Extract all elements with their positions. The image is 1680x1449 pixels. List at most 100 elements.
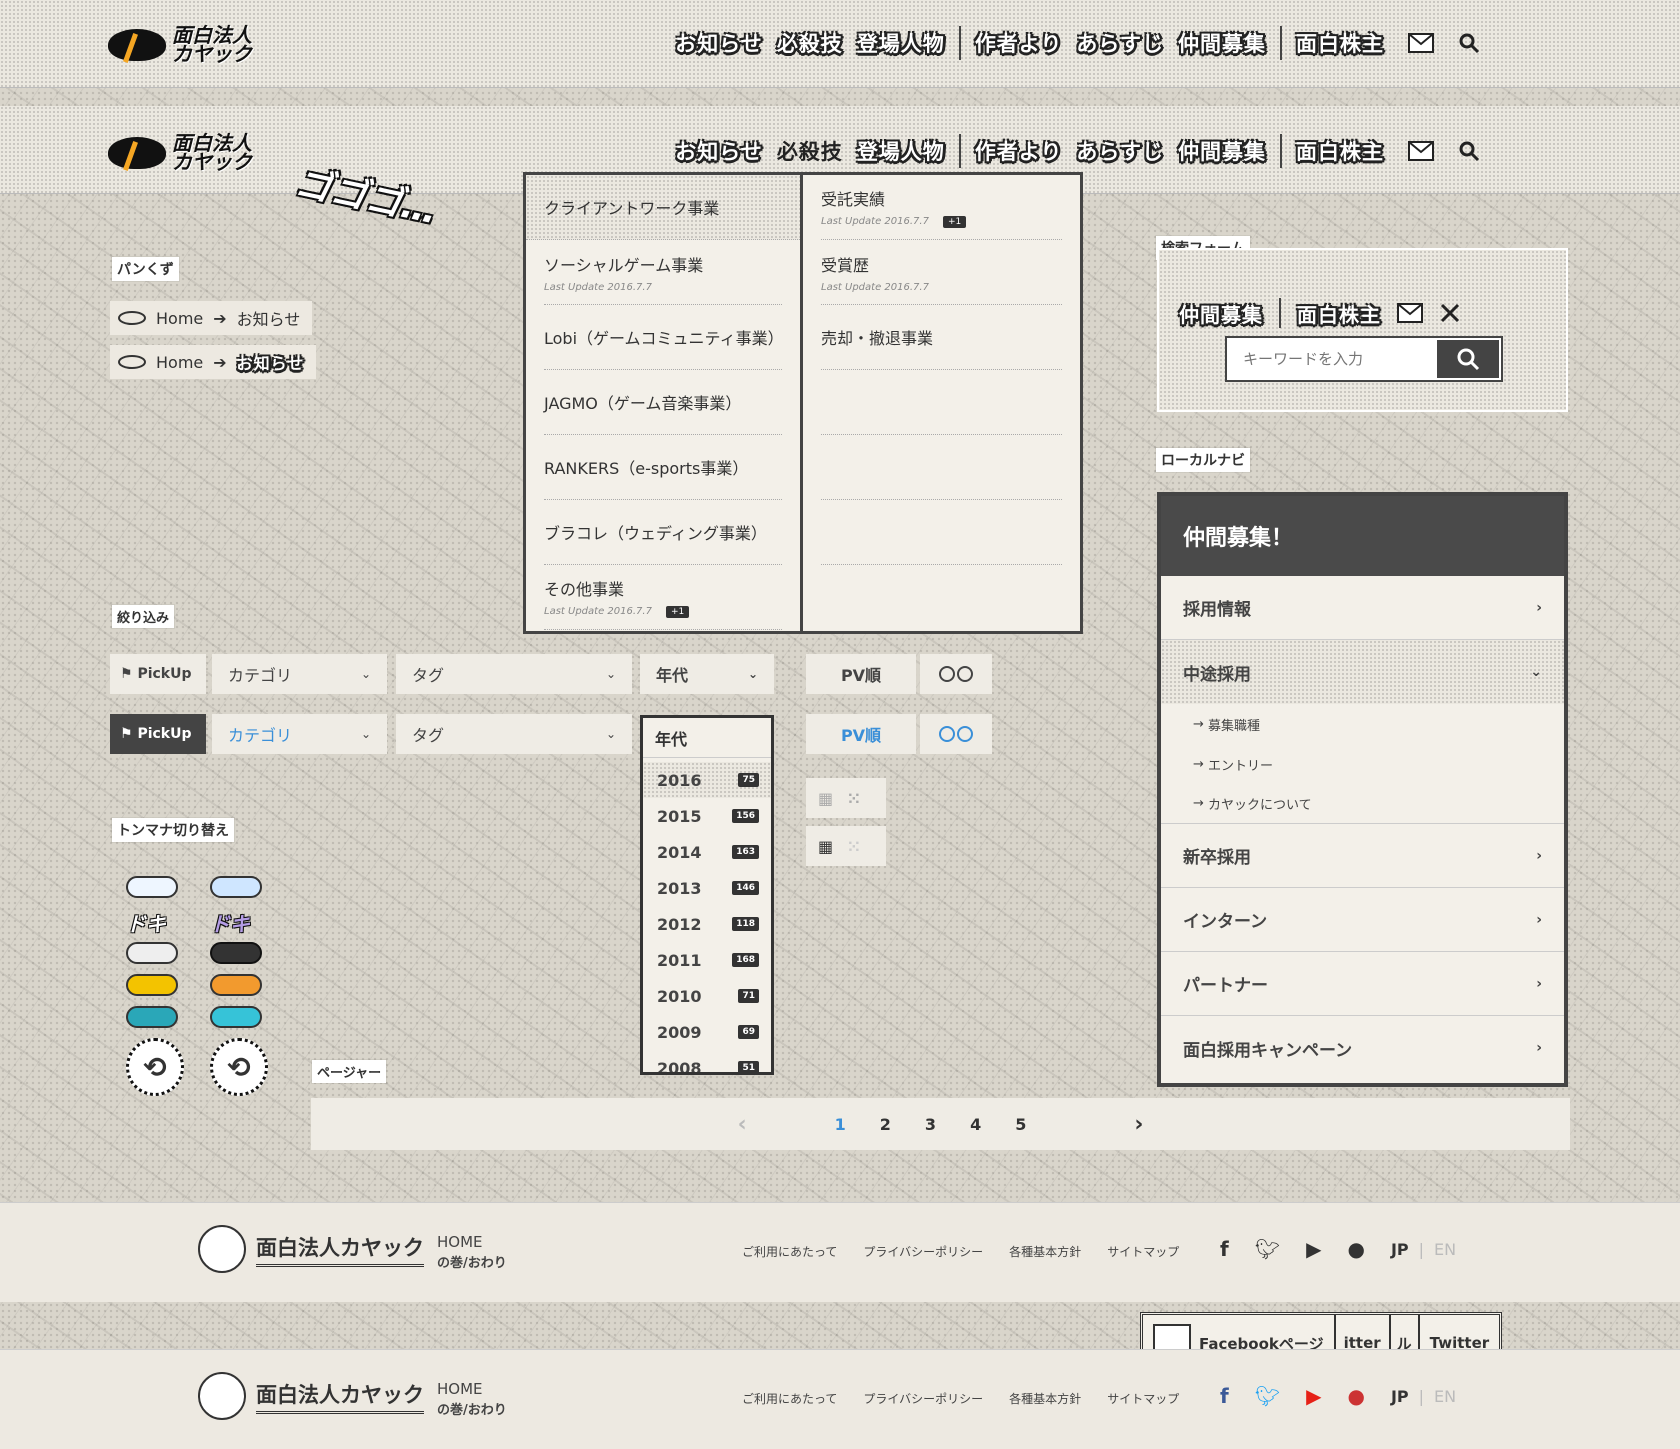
tag-select[interactable]: タグ ⌄ bbox=[396, 654, 632, 694]
footer-link-sitemap[interactable]: サイトマップ bbox=[1107, 1243, 1179, 1260]
footer-link-policy[interactable]: 各種基本方針 bbox=[1009, 1243, 1081, 1260]
close-icon[interactable] bbox=[1439, 302, 1461, 324]
category-select[interactable]: カテゴリ ⌄ bbox=[212, 654, 387, 694]
pickup-toggle[interactable]: ⚑ PickUp bbox=[110, 654, 206, 694]
era-option[interactable]: 2012 118 bbox=[643, 906, 771, 942]
lang-en[interactable]: EN bbox=[1434, 1387, 1456, 1406]
local-nav-subitem[interactable]: → カヤックについて bbox=[1161, 784, 1564, 824]
nav-author[interactable]: 作者より bbox=[975, 136, 1063, 166]
search-icon[interactable] bbox=[1458, 140, 1480, 162]
era-option[interactable]: 2011 168 bbox=[643, 942, 771, 978]
breadcrumb-home[interactable]: Home bbox=[156, 353, 203, 372]
mascot-icon[interactable]: ● bbox=[1347, 1237, 1364, 1261]
search-tab-recruit[interactable]: 仲間募集 bbox=[1179, 299, 1263, 328]
tag-select[interactable]: タグ ⌄ bbox=[396, 714, 632, 754]
mail-icon[interactable] bbox=[1408, 33, 1434, 53]
era-option[interactable]: 2015 156 bbox=[643, 798, 771, 834]
era-option[interactable]: 2009 69 bbox=[643, 1014, 771, 1050]
local-nav-item[interactable]: 採用情報 › bbox=[1161, 576, 1564, 640]
prev-page-icon[interactable]: ‹ bbox=[738, 1112, 747, 1137]
breadcrumb-home[interactable]: Home bbox=[156, 309, 203, 328]
page-1[interactable]: 1 bbox=[835, 1115, 846, 1134]
era-option[interactable]: 2008 51 bbox=[643, 1050, 771, 1072]
hexagon-icon[interactable] bbox=[126, 1006, 178, 1028]
era-option[interactable]: 2010 71 bbox=[643, 978, 771, 1014]
mega-menu-item[interactable]: 受託実績 Last Update 2016.7.7 +1 bbox=[821, 175, 1062, 240]
nav-characters[interactable]: 登場人物 bbox=[857, 136, 945, 166]
gamepad-icon-active[interactable] bbox=[210, 942, 262, 964]
era-option[interactable]: 2014 163 bbox=[643, 834, 771, 870]
footer-logo[interactable]: 面白法人カヤック bbox=[198, 1372, 424, 1420]
lang-jp[interactable]: JP bbox=[1391, 1240, 1409, 1259]
youtube-icon[interactable]: ▶ bbox=[1306, 1237, 1321, 1261]
logo[interactable]: 面白法人 カヤック bbox=[108, 25, 252, 64]
footer-link-privacy[interactable]: プライバシーポリシー bbox=[863, 1243, 983, 1260]
page-4[interactable]: 4 bbox=[970, 1115, 981, 1134]
nav-synopsis[interactable]: あらすじ bbox=[1076, 136, 1164, 166]
nav-skills[interactable]: 必殺技 bbox=[777, 28, 843, 58]
nav-characters[interactable]: 登場人物 bbox=[857, 28, 945, 58]
mail-icon[interactable] bbox=[1397, 303, 1423, 323]
nav-shareholders[interactable]: 面白株主 bbox=[1296, 28, 1384, 58]
mega-menu-item[interactable]: JAGMO（ゲーム音楽事業） bbox=[544, 370, 782, 435]
local-nav-item-open[interactable]: 中途採用 ⌄ bbox=[1161, 640, 1564, 704]
nav-recruit[interactable]: 仲間募集 bbox=[1178, 28, 1266, 58]
bowl-icon-active[interactable] bbox=[210, 974, 262, 996]
footer-home-link[interactable]: HOME bbox=[437, 1378, 507, 1400]
nav-news[interactable]: お知らせ bbox=[675, 136, 763, 166]
twitter-icon[interactable]: 🐦︎ bbox=[1255, 1237, 1280, 1261]
lang-en[interactable]: EN bbox=[1434, 1240, 1456, 1259]
tone-doki-icon[interactable]: ドキ bbox=[126, 908, 178, 936]
view-count-icon[interactable] bbox=[920, 714, 992, 754]
search-tab-shareholders[interactable]: 面白株主 bbox=[1297, 299, 1381, 328]
mega-menu-item[interactable]: ソーシャルゲーム事業 Last Update 2016.7.7 bbox=[544, 240, 782, 305]
grid-large-icon[interactable]: ▦ bbox=[818, 789, 833, 808]
retweet-icon-active[interactable]: ⟲ bbox=[210, 1038, 268, 1096]
tone-doki-icon-active[interactable]: ドキ bbox=[210, 908, 262, 936]
grid-small-icon[interactable]: ⁙ bbox=[847, 837, 860, 856]
mascot-icon[interactable]: ● bbox=[1347, 1384, 1364, 1408]
local-nav-subitem[interactable]: → エントリー bbox=[1161, 744, 1564, 784]
view-count-icon[interactable] bbox=[920, 654, 992, 694]
twitter-icon[interactable]: 🐦︎ bbox=[1255, 1384, 1280, 1408]
hexagon-icon-active[interactable] bbox=[210, 1006, 262, 1028]
nav-synopsis[interactable]: あらすじ bbox=[1076, 28, 1164, 58]
youtube-icon[interactable]: ▶ bbox=[1306, 1384, 1321, 1408]
search-input[interactable] bbox=[1227, 350, 1437, 368]
local-nav-item[interactable]: パートナー › bbox=[1161, 952, 1564, 1016]
footer-link-sitemap[interactable]: サイトマップ bbox=[1107, 1390, 1179, 1407]
era-select[interactable]: 年代 ⌄ bbox=[640, 654, 774, 694]
retweet-icon[interactable]: ⟲ bbox=[126, 1038, 184, 1096]
era-option[interactable]: 2013 146 bbox=[643, 870, 771, 906]
mega-menu-item[interactable]: ブラコレ（ウェディング事業） bbox=[544, 500, 782, 565]
mail-icon[interactable] bbox=[1408, 141, 1434, 161]
grid-toggle-active[interactable]: ▦ ⁙ bbox=[806, 826, 886, 866]
grid-small-icon[interactable]: ⁙ bbox=[847, 789, 860, 808]
search-icon[interactable] bbox=[1458, 32, 1480, 54]
nav-skills-active[interactable]: 必殺技 bbox=[777, 136, 843, 166]
page-3[interactable]: 3 bbox=[925, 1115, 936, 1134]
grid-large-icon[interactable]: ▦ bbox=[818, 837, 833, 856]
footer-link-terms[interactable]: ご利用にあたって bbox=[742, 1390, 837, 1407]
mega-menu-item[interactable]: クライアントワーク事業 bbox=[526, 175, 800, 240]
facebook-icon[interactable]: f bbox=[1220, 1237, 1229, 1261]
era-option[interactable]: 2016 75 bbox=[643, 762, 771, 798]
local-nav-item[interactable]: インターン › bbox=[1161, 888, 1564, 952]
footer-link-terms[interactable]: ご利用にあたって bbox=[742, 1243, 837, 1260]
pv-sort-button[interactable]: PV順 bbox=[806, 654, 916, 694]
page-5[interactable]: 5 bbox=[1015, 1115, 1026, 1134]
search-submit-button[interactable] bbox=[1437, 340, 1499, 378]
footer-home-link[interactable]: HOME bbox=[437, 1231, 507, 1253]
lang-jp[interactable]: JP bbox=[1391, 1387, 1409, 1406]
mega-menu-item[interactable]: 受賞歴 Last Update 2016.7.7 bbox=[821, 240, 1062, 305]
nav-shareholders[interactable]: 面白株主 bbox=[1296, 136, 1384, 166]
footer-link-privacy[interactable]: プライバシーポリシー bbox=[863, 1390, 983, 1407]
gamepad-icon[interactable] bbox=[126, 942, 178, 964]
page-2[interactable]: 2 bbox=[880, 1115, 891, 1134]
mega-menu-item[interactable]: Lobi（ゲームコミュニティ事業） bbox=[544, 305, 784, 370]
tone-plain-active[interactable] bbox=[210, 876, 262, 898]
logo-2[interactable]: 面白法人 カヤック bbox=[108, 133, 252, 172]
grid-toggle[interactable]: ▦ ⁙ bbox=[806, 778, 886, 818]
next-page-icon[interactable]: › bbox=[1134, 1112, 1143, 1137]
local-nav-subitem[interactable]: → 募集職種 bbox=[1161, 704, 1564, 744]
